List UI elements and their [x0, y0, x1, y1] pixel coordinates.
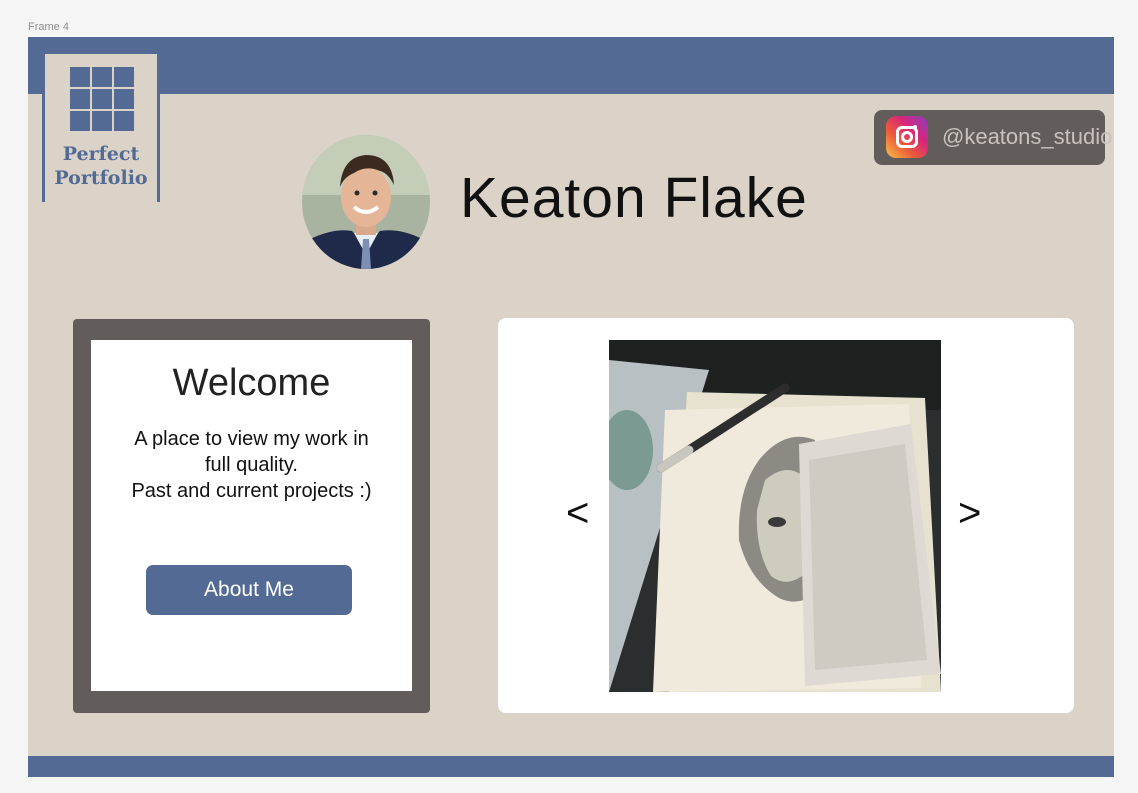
- bottom-bar: [28, 756, 1114, 777]
- welcome-line-1: A place to view my work in: [134, 428, 369, 450]
- logo-line-1: Perfect: [62, 143, 140, 165]
- logo-text: Perfect Portfolio: [45, 142, 157, 190]
- next-arrow-button[interactable]: >: [958, 493, 981, 533]
- gallery-carousel: < >: [498, 318, 1074, 713]
- artwork-photo: [609, 340, 941, 692]
- instagram-icon: [886, 116, 928, 158]
- instagram-link[interactable]: @keatons_studio: [874, 110, 1112, 165]
- welcome-line-3: Past and current projects :): [131, 480, 372, 502]
- page-title: Keaton Flake: [460, 166, 808, 230]
- grid-icon: [70, 67, 134, 131]
- frame-label: Frame 4: [28, 21, 69, 33]
- welcome-card: Welcome A place to view my work in full …: [91, 340, 412, 691]
- avatar: [302, 135, 430, 269]
- logo-line-2: Portfolio: [54, 167, 148, 189]
- welcome-panel: Welcome A place to view my work in full …: [73, 319, 430, 713]
- welcome-title: Welcome: [172, 362, 331, 404]
- about-me-button[interactable]: About Me: [146, 565, 352, 615]
- previous-arrow-button[interactable]: <: [566, 493, 589, 533]
- welcome-description: A place to view my work in full quality.…: [101, 426, 402, 504]
- portfolio-frame: Perfect Portfolio Keaton Flake @keatons_…: [28, 37, 1114, 777]
- instagram-handle: @keatons_studio: [942, 124, 1113, 149]
- logo[interactable]: Perfect Portfolio: [42, 54, 160, 202]
- top-bar: [28, 37, 1114, 94]
- welcome-line-2: full quality.: [204, 454, 298, 476]
